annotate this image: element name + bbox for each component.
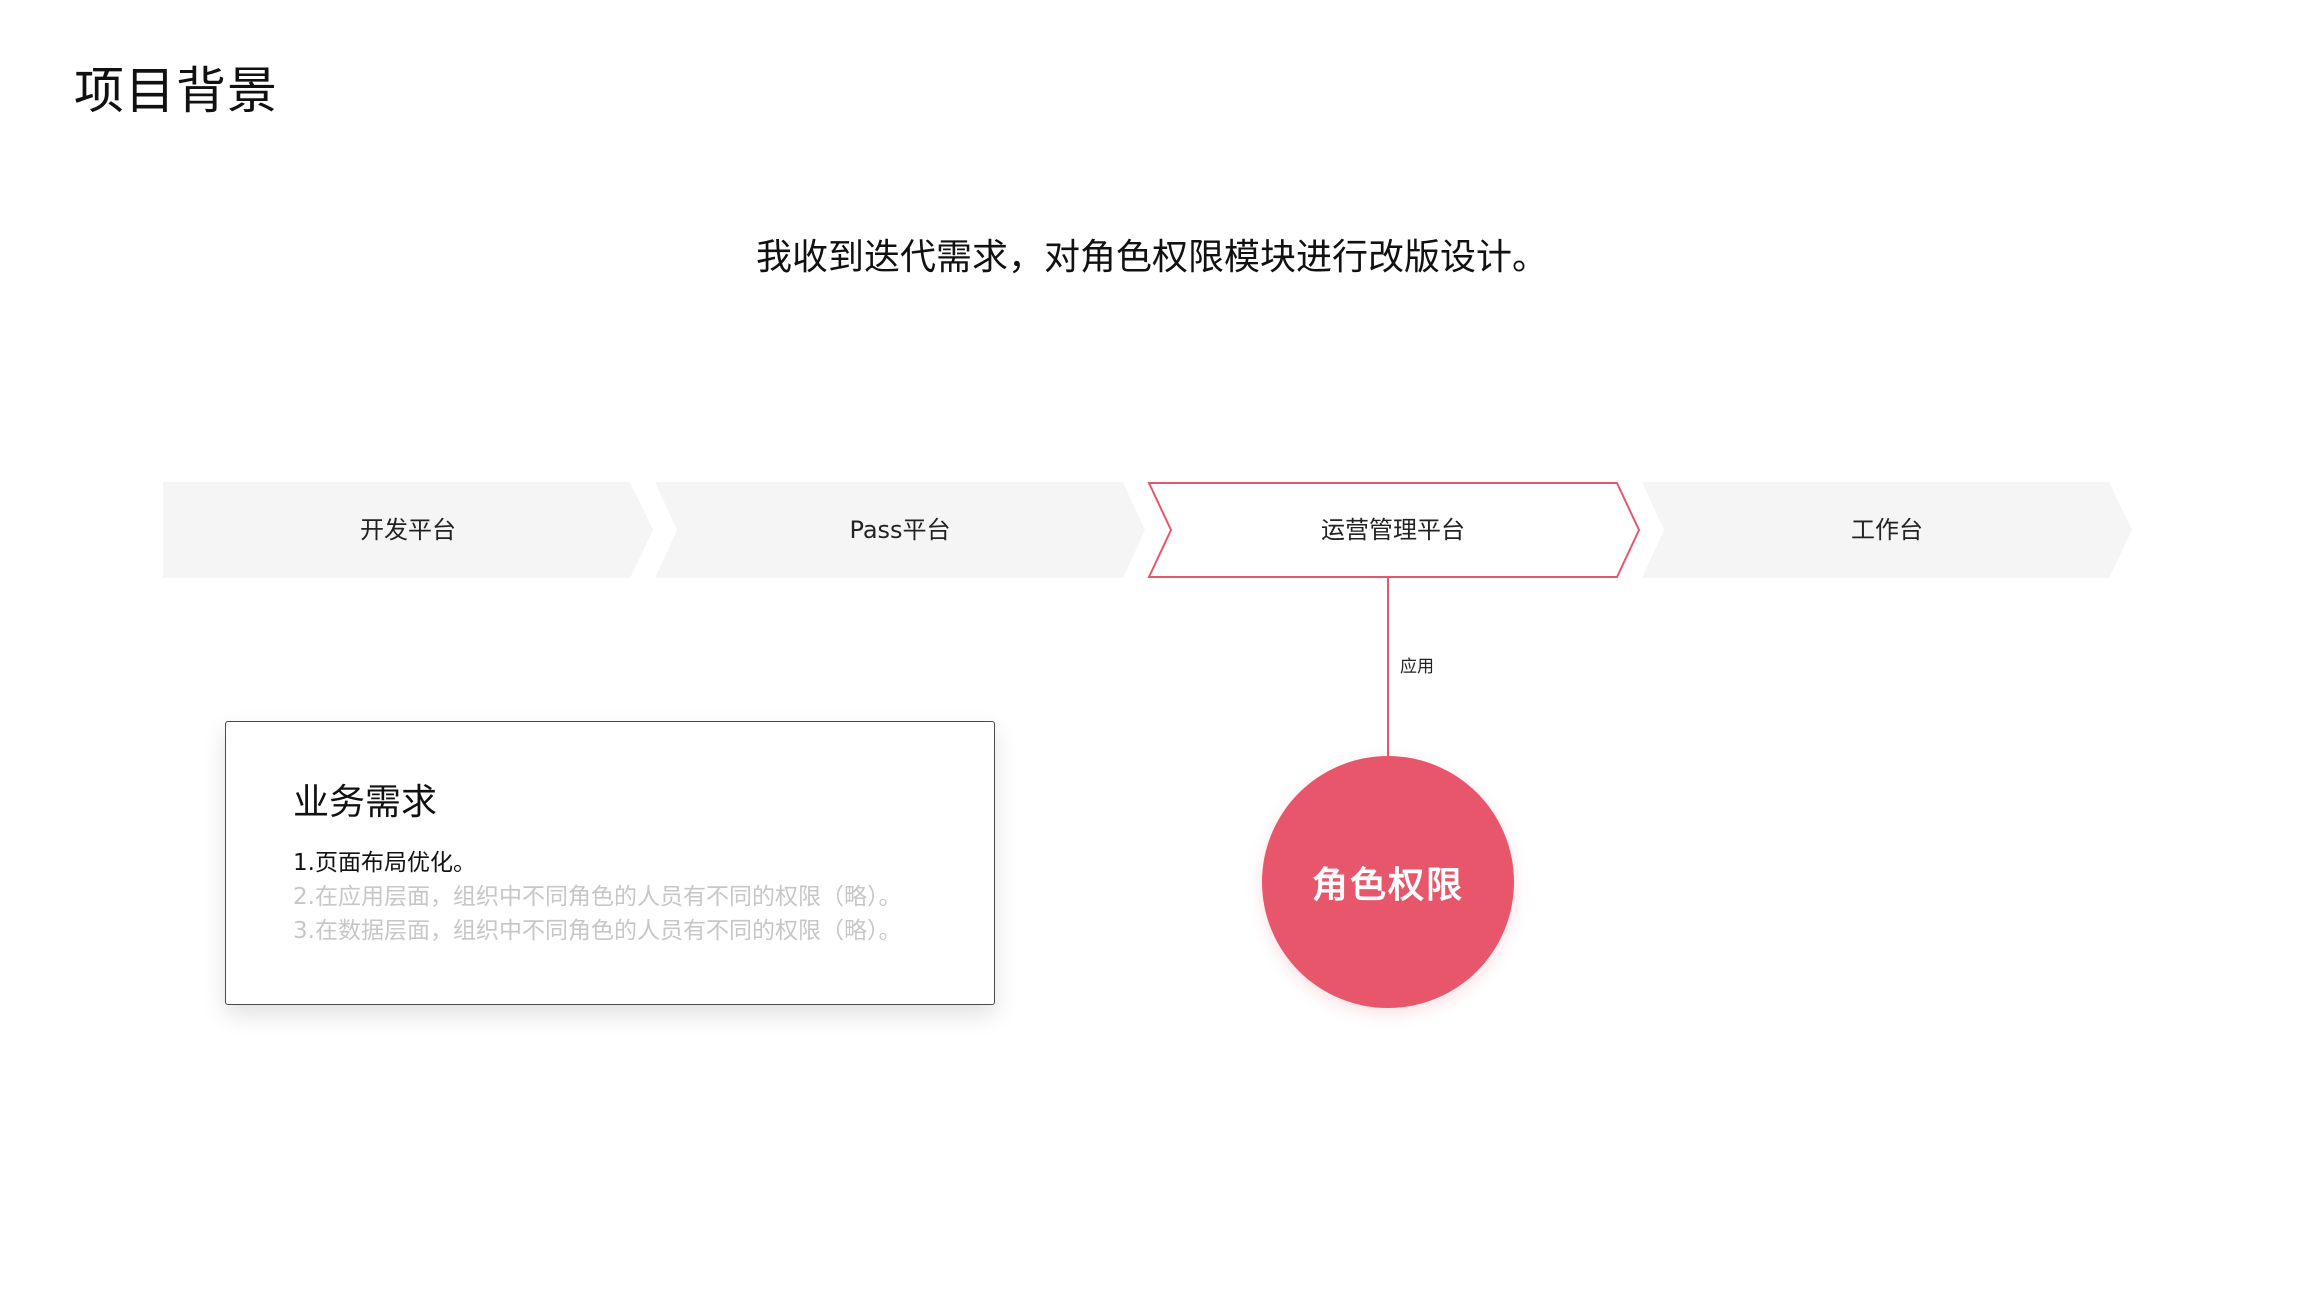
flow-step-label: 开发平台	[360, 516, 456, 544]
connector-line	[1387, 578, 1389, 756]
page-subtitle: 我收到迭代需求，对角色权限模块进行改版设计。	[755, 237, 1548, 278]
flow-step-workbench: 工作台	[1642, 482, 2132, 578]
requirement-item: 2.在应用层面，组织中不同角色的人员有不同的权限（略）。	[293, 884, 902, 910]
flow-step-dev-platform: 开发平台	[163, 482, 653, 578]
flow-step-label: 运营管理平台	[1321, 516, 1465, 544]
requirement-item: 3.在数据层面，组织中不同角色的人员有不同的权限（略）。	[293, 918, 902, 944]
requirements-card: 业务需求 1.页面布局优化。 2.在应用层面，组织中不同角色的人员有不同的权限（…	[225, 721, 995, 1005]
requirement-item: 1.页面布局优化。	[293, 850, 476, 876]
page-title: 项目背景	[74, 62, 278, 120]
requirements-list: 1.页面布局优化。 2.在应用层面，组织中不同角色的人员有不同的权限（略）。 3…	[293, 846, 901, 948]
role-permission-label: 角色权限	[1311, 865, 1464, 906]
flow-step-label: 工作台	[1851, 516, 1923, 544]
role-permission-node: 角色权限	[1262, 756, 1514, 1008]
flow-step-ops-platform: 运营管理平台	[1147, 482, 1641, 578]
requirements-title: 业务需求	[293, 782, 438, 823]
flow-step-pass-platform: Pass平台	[655, 482, 1145, 578]
connector-label: 应用	[1400, 657, 1434, 677]
flow-step-label: Pass平台	[849, 516, 951, 544]
